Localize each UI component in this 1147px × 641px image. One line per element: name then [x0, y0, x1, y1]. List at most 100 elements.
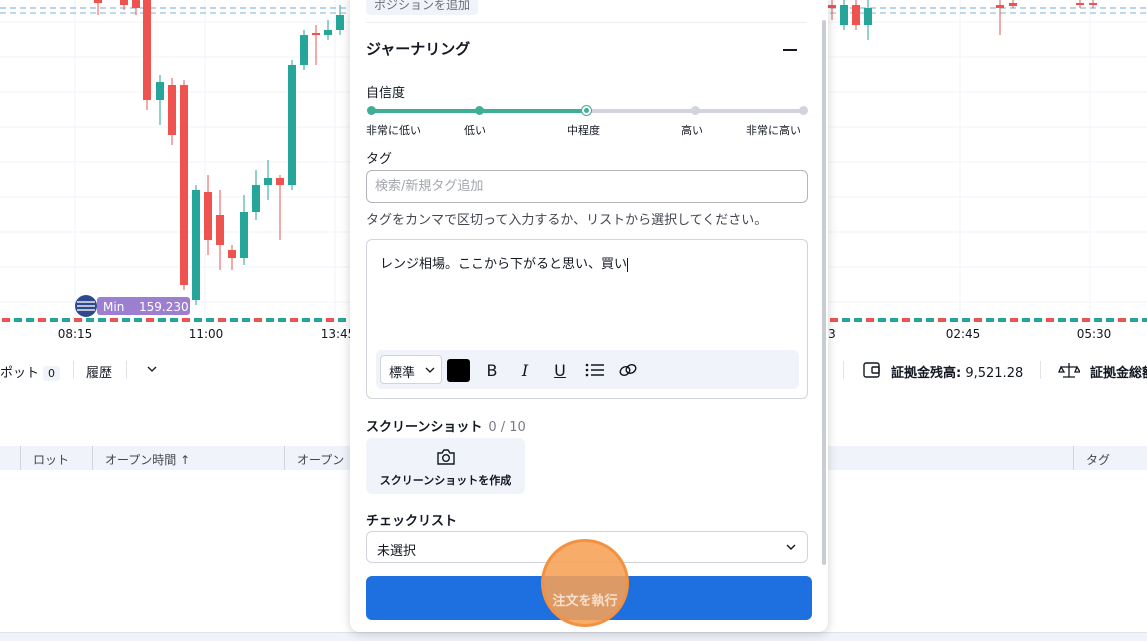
- volume-bar: [134, 318, 142, 322]
- candle-body: [1089, 3, 1097, 5]
- candle-body: [156, 82, 164, 100]
- volume-bar: [242, 318, 250, 322]
- column-header-tag[interactable]: タグ: [1086, 451, 1110, 468]
- history-tab[interactable]: 履歴: [86, 362, 112, 381]
- confidence-slider-thumb[interactable]: [582, 106, 591, 115]
- text-style-value: 標準: [389, 366, 416, 381]
- link-icon[interactable]: [616, 358, 640, 382]
- candle-body: [168, 85, 176, 135]
- tag-search-input[interactable]: [366, 170, 808, 203]
- volume-bar: [2, 318, 10, 322]
- volume-bar: [1142, 318, 1147, 322]
- scale-icon: [1058, 360, 1082, 384]
- volume-bar: [986, 318, 994, 322]
- underline-button[interactable]: U: [548, 358, 572, 382]
- candle-body: [300, 35, 308, 65]
- candle-body: [252, 185, 260, 212]
- volume-bar: [1046, 318, 1054, 322]
- volume-bar: [194, 318, 202, 322]
- bullet-list-icon[interactable]: [583, 358, 607, 382]
- screenshot-count: 0 / 10: [488, 420, 526, 435]
- candle-body: [312, 33, 320, 35]
- divider: [366, 22, 807, 23]
- candle-body: [996, 5, 1004, 8]
- volume-bar: [182, 318, 190, 322]
- positions-tab[interactable]: ポット 0: [0, 362, 61, 381]
- column-header-lot[interactable]: ロット: [33, 451, 69, 468]
- confidence-step[interactable]: [799, 106, 808, 115]
- format-toolbar: 標準 B I U: [376, 350, 799, 389]
- chevron-down-icon: [786, 544, 796, 550]
- volume-bar: [122, 318, 130, 322]
- execute-order-label: 注文を執行: [552, 594, 618, 609]
- column-divider: [92, 446, 93, 470]
- chevron-down-icon: [425, 367, 435, 373]
- journaling-title: ジャーナリング: [366, 40, 471, 58]
- volume-bar: [866, 318, 874, 322]
- min-marker-value: 159.230: [139, 300, 189, 314]
- volume-bar: [170, 318, 178, 322]
- more-tabs-chevron-icon[interactable]: [146, 363, 158, 379]
- column-divider: [1073, 446, 1074, 470]
- candle-body: [180, 85, 188, 285]
- tags-hint: タグをカンマで区切って入力するか、リストから選択してください。: [366, 213, 768, 228]
- volume-bar: [338, 318, 346, 322]
- volume-bar: [902, 318, 910, 322]
- volume-bar: [290, 318, 298, 322]
- take-screenshot-button[interactable]: スクリーンショットを作成: [366, 438, 525, 494]
- column-divider: [20, 446, 21, 470]
- notes-text[interactable]: レンジ相場。ここから下がると思い、買い: [380, 253, 629, 272]
- volume-bar: [218, 318, 226, 322]
- top-tab[interactable]: ポジションを追加: [366, 0, 479, 15]
- notes-editor[interactable]: レンジ相場。ここから下がると思い、買い 標準 B I U: [366, 239, 808, 399]
- checklist-value: 未選択: [377, 544, 417, 559]
- bold-button[interactable]: B: [480, 358, 504, 382]
- volume-bar: [86, 318, 94, 322]
- italic-button[interactable]: I: [513, 358, 537, 382]
- tab-divider: [843, 361, 844, 379]
- candle-body: [192, 190, 200, 300]
- volume-bar: [1130, 318, 1138, 322]
- candle-body: [264, 178, 272, 185]
- volume-bar: [326, 318, 334, 322]
- column-header-open[interactable]: オープン: [297, 451, 344, 468]
- volume-bar: [98, 318, 106, 322]
- collapse-icon[interactable]: [783, 49, 797, 51]
- confidence-level-label: 非常に低い: [366, 124, 421, 137]
- screenshot-title: スクリーンショット: [366, 420, 483, 435]
- click-highlight: [541, 539, 629, 627]
- text-style-select[interactable]: 標準: [380, 355, 442, 384]
- confidence-slider[interactable]: [367, 106, 808, 115]
- tab-divider: [73, 361, 74, 379]
- confidence-step[interactable]: [691, 106, 700, 115]
- volume-bar: [1070, 318, 1078, 322]
- candle-body: [94, 0, 102, 3]
- min-marker-label: Min: [103, 300, 124, 314]
- candle-body: [840, 5, 848, 25]
- candle-body: [276, 178, 284, 185]
- candle-body: [204, 192, 212, 240]
- column-header-open-time[interactable]: オープン時間 ↑: [105, 451, 190, 468]
- volume-bar: [110, 318, 118, 322]
- text-caret: [627, 257, 629, 272]
- volume-bar: [998, 318, 1006, 322]
- balance-label: 証拠金残高:: [891, 366, 962, 381]
- candle-body: [240, 212, 248, 258]
- text-color-button[interactable]: [447, 359, 470, 382]
- volume-bar: [302, 318, 310, 322]
- volume-bar: [278, 318, 286, 322]
- volume-bar: [1118, 318, 1126, 322]
- panel-scrollbar[interactable]: [822, 20, 826, 565]
- volume-bar: [50, 318, 58, 322]
- volume-bar: [854, 318, 862, 322]
- confidence-level-label: 低い: [464, 124, 486, 137]
- confidence-step[interactable]: [367, 106, 376, 115]
- volume-bar: [830, 318, 838, 322]
- volume-bar: [206, 318, 214, 322]
- volume-bar: [146, 318, 154, 322]
- order-panel: ポジションを追加 ジャーナリング 自信度 非常に低い 低い 中程度 高い 非常に…: [350, 0, 828, 632]
- positions-tab-label: ポット: [0, 366, 40, 381]
- volume-bar: [1094, 318, 1102, 322]
- confidence-step[interactable]: [475, 106, 484, 115]
- candle-body: [228, 250, 236, 258]
